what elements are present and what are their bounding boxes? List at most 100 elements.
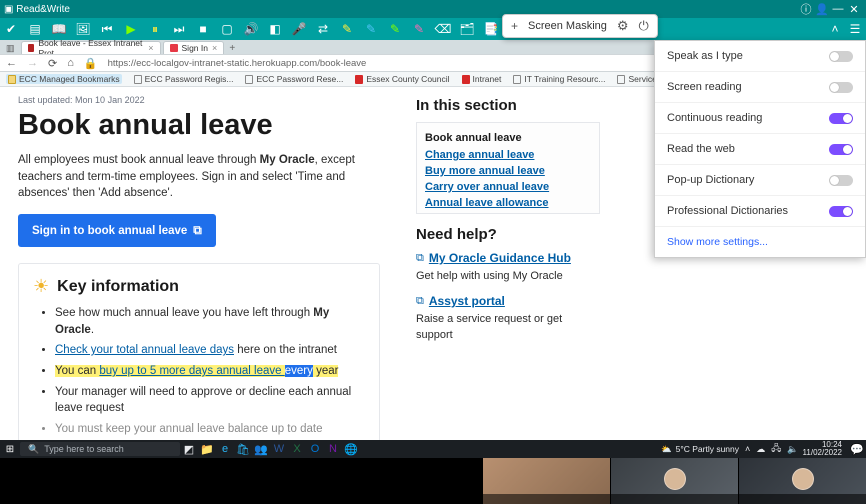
assyst-link[interactable]: Assyst portal: [429, 294, 505, 308]
browser-tabs-icon[interactable]: ▥: [6, 43, 15, 54]
predict-icon[interactable]: ▤: [28, 22, 42, 36]
bookmark-label: ECC Managed Bookmarks: [19, 74, 120, 84]
bookmark-ecc[interactable]: Essex County Council: [355, 74, 449, 84]
notifications-icon[interactable]: 💬: [848, 443, 866, 456]
plus-icon[interactable]: +: [511, 19, 518, 33]
tab-close-icon[interactable]: ×: [148, 43, 153, 53]
favicon-icon: [170, 44, 178, 52]
bookmark-it-training[interactable]: IT Training Resourc...: [513, 74, 605, 84]
toggle-professional-dict[interactable]: [829, 206, 853, 217]
toggle-continuous-reading[interactable]: [829, 113, 853, 124]
bookmark-label: ECC Password Rese...: [256, 74, 343, 84]
picture-dict-icon[interactable]: 🖼: [76, 22, 90, 36]
avatar: [664, 468, 686, 490]
volume-icon[interactable]: 🔈: [787, 444, 798, 455]
audio-icon[interactable]: 🔊: [244, 22, 258, 36]
toggle-speak-as-type[interactable]: [829, 51, 853, 62]
check-icon[interactable]: ✔: [4, 22, 18, 36]
teams-icon[interactable]: 👥: [252, 443, 270, 456]
task-view-icon[interactable]: ◩: [180, 443, 198, 456]
mic-icon[interactable]: 🎤: [292, 22, 306, 36]
play-icon[interactable]: ▶: [124, 22, 138, 36]
account-icon[interactable]: 👤: [814, 3, 830, 16]
outlook-icon[interactable]: O: [306, 443, 324, 455]
clear-hl-icon[interactable]: ⌫: [436, 22, 450, 36]
hl-green-icon[interactable]: ✎: [388, 22, 402, 36]
lightbulb-icon: ☀: [33, 276, 49, 297]
forward-icon[interactable]: ⏭: [172, 22, 186, 36]
rewind-icon[interactable]: ⏮: [100, 22, 114, 36]
section-link-buy[interactable]: Buy more annual leave: [425, 163, 591, 179]
taskbar-clock[interactable]: 10:24 11/02/2022: [803, 441, 842, 457]
pause-icon[interactable]: ⏸: [148, 22, 162, 36]
explorer-icon[interactable]: 📁: [198, 443, 216, 456]
toggle-read-web[interactable]: [829, 144, 853, 155]
store-icon[interactable]: 🛍: [234, 443, 252, 456]
setting-popup-dictionary: Pop-up Dictionary: [655, 165, 865, 196]
help-desc: Raise a service request or get support: [416, 312, 600, 343]
sign-in-button[interactable]: Sign in to book annual leave ⧉: [18, 214, 216, 247]
participant-tile[interactable]: [611, 458, 738, 504]
word-icon[interactable]: W: [270, 443, 288, 455]
toggle-screen-reading[interactable]: [829, 82, 853, 93]
weather-widget[interactable]: ⛅ 5°C Partly sunny: [661, 444, 739, 455]
dictionary-icon[interactable]: 📖: [52, 22, 66, 36]
section-link-change[interactable]: Change annual leave: [425, 147, 591, 163]
hl-pink-icon[interactable]: ✎: [412, 22, 426, 36]
hl-yellow-icon[interactable]: ✎: [340, 22, 354, 36]
onenote-icon[interactable]: N: [324, 443, 342, 455]
start-button[interactable]: ⊞: [0, 444, 20, 455]
tab-book-leave[interactable]: Book leave - Essex Intranet Prot ×: [21, 41, 161, 54]
bookmark-pwd-regis[interactable]: ECC Password Regis...: [134, 74, 234, 84]
forward-icon[interactable]: →: [27, 57, 38, 69]
back-icon[interactable]: ←: [6, 57, 17, 69]
menu-icon[interactable]: ☰: [848, 22, 862, 36]
taskbar-search[interactable]: 🔍 Type here to search: [20, 442, 180, 456]
rw-settings-panel: Speak as I type Screen reading Continuou…: [654, 40, 866, 258]
check-leave-link[interactable]: Check your total annual leave days: [55, 344, 234, 356]
tab-close-icon[interactable]: ×: [212, 43, 217, 53]
vocab-icon[interactable]: 📑: [484, 22, 498, 36]
refresh-icon[interactable]: ⟳: [48, 57, 57, 70]
edge-icon[interactable]: 🌐: [342, 443, 360, 456]
collapse-icon[interactable]: ˄: [828, 22, 842, 36]
screen-masking-label: Screen Masking: [528, 20, 607, 32]
minimize-icon[interactable]: —: [830, 3, 846, 15]
translate-icon[interactable]: ⇄: [316, 22, 330, 36]
show-more-settings-link[interactable]: Show more settings...: [655, 227, 865, 257]
stop-icon[interactable]: ■: [196, 22, 210, 36]
bookmark-folder-managed[interactable]: ECC Managed Bookmarks: [6, 74, 122, 84]
participant-tile[interactable]: [739, 458, 866, 504]
gear-icon[interactable]: ⚙: [617, 18, 629, 34]
participant-tile[interactable]: [483, 458, 610, 504]
bookmark-pwd-reset[interactable]: ECC Password Rese...: [245, 74, 343, 84]
tray-chevron-icon[interactable]: ˄: [745, 444, 750, 454]
info-icon[interactable]: ⓘ: [798, 1, 814, 17]
buy-leave-link[interactable]: buy up to 5 more days annual leave: [99, 365, 284, 377]
mask-icon[interactable]: ◧: [268, 22, 282, 36]
teams-call-strip: [483, 458, 866, 504]
network-icon[interactable]: 🖧: [771, 441, 781, 457]
home-icon[interactable]: ⌂: [67, 57, 74, 69]
setting-label: Speak as I type: [667, 50, 743, 62]
bookmark-label: Intranet: [473, 74, 502, 84]
list-item: Check your total annual leave days here …: [55, 342, 365, 359]
need-help-heading: Need help?: [416, 226, 600, 243]
bookmark-intranet[interactable]: Intranet: [462, 74, 502, 84]
collect-icon[interactable]: 🗂: [460, 22, 474, 36]
power-icon[interactable]: ⏻: [639, 18, 649, 34]
toggle-popup-dictionary[interactable]: [829, 175, 853, 186]
screenshot-icon[interactable]: ▢: [220, 22, 234, 36]
excel-icon[interactable]: X: [288, 443, 306, 455]
tab-sign-in[interactable]: Sign In ×: [163, 41, 225, 54]
new-tab-button[interactable]: +: [226, 43, 238, 54]
section-link-carry[interactable]: Carry over annual leave: [425, 179, 591, 195]
list-item: Your manager will need to approve or dec…: [55, 384, 365, 417]
onedrive-icon[interactable]: ☁: [756, 444, 765, 455]
section-link-allowance[interactable]: Annual leave allowance: [425, 195, 591, 211]
hl-blue-icon[interactable]: ✎: [364, 22, 378, 36]
oracle-hub-link[interactable]: My Oracle Guidance Hub: [429, 251, 571, 265]
close-icon[interactable]: ✕: [846, 3, 862, 16]
list-item: See how much annual leave you have left …: [55, 305, 365, 338]
ie-icon[interactable]: e: [216, 443, 234, 455]
